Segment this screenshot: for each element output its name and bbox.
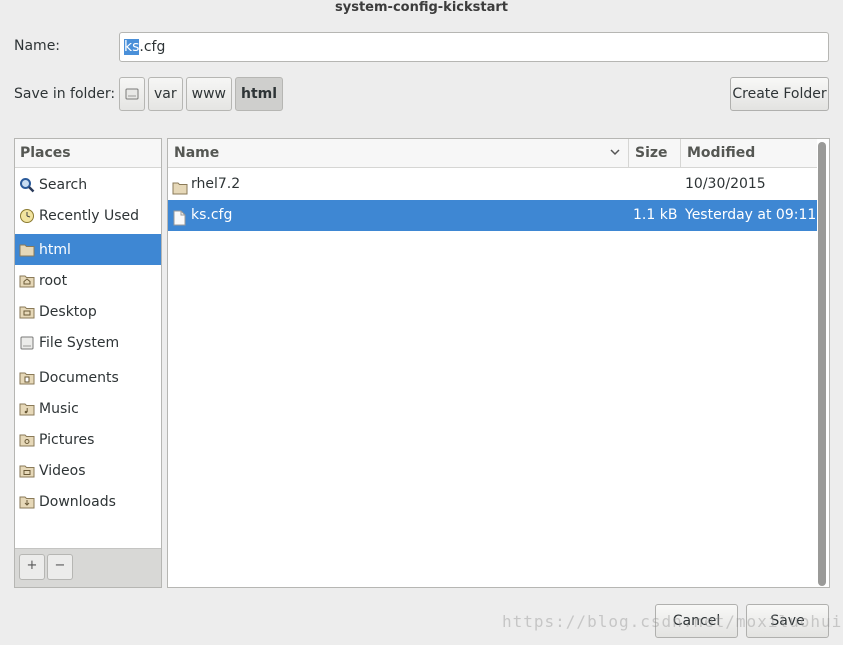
create-folder-button[interactable]: Create Folder — [730, 77, 829, 111]
name-input[interactable]: ks.cfg — [119, 32, 829, 62]
breadcrumb: var www html — [119, 77, 286, 111]
place-music[interactable]: Music — [15, 393, 161, 424]
places-header: Places — [15, 139, 161, 168]
file-row-ks-cfg[interactable]: ks.cfg 1.1 kB Yesterday at 09:11 — [168, 200, 817, 231]
file-modified: Yesterday at 09:11 — [685, 207, 817, 223]
documents-folder-icon — [18, 369, 35, 386]
watermark: https://blog.csdn.net/moxiluohui — [502, 612, 843, 631]
file-size: 1.1 kB — [633, 207, 678, 223]
folder-icon — [18, 241, 35, 258]
place-root[interactable]: root — [15, 265, 161, 296]
file-size — [628, 169, 680, 200]
place-downloads[interactable]: Downloads — [15, 486, 161, 517]
place-html[interactable]: html — [15, 234, 161, 265]
breadcrumb-html[interactable]: html — [234, 77, 284, 111]
pictures-folder-icon — [18, 431, 35, 448]
search-icon — [18, 176, 35, 193]
vertical-scrollbar[interactable] — [818, 142, 826, 586]
window-title: system-config-kickstart — [335, 0, 508, 15]
file-list: Name Size Modified rhel7.2 10/30/2015 ks… — [167, 138, 830, 588]
file-name: rhel7.2 — [191, 176, 241, 192]
name-label: Name: — [14, 38, 61, 54]
column-modified-header[interactable]: Modified — [680, 139, 817, 168]
file-name: ks.cfg — [191, 207, 233, 223]
file-row-rhel7-2[interactable]: rhel7.2 10/30/2015 — [168, 169, 817, 200]
file-modified: 10/30/2015 — [685, 176, 766, 192]
recent-icon — [18, 207, 35, 224]
place-pictures[interactable]: Pictures — [15, 424, 161, 455]
place-desktop[interactable]: Desktop — [15, 296, 161, 327]
breadcrumb-var[interactable]: var — [148, 77, 183, 111]
home-folder-icon — [18, 272, 35, 289]
place-file-system[interactable]: File System — [15, 327, 161, 358]
place-search[interactable]: Search — [15, 169, 161, 200]
chevron-down-icon — [610, 149, 620, 156]
save-in-folder-label: Save in folder: — [14, 86, 116, 102]
breadcrumb-www[interactable]: www — [185, 77, 232, 111]
column-name-header[interactable]: Name — [168, 139, 628, 168]
music-folder-icon — [18, 400, 35, 417]
place-videos[interactable]: Videos — [15, 455, 161, 486]
place-recently-used[interactable]: Recently Used — [15, 200, 161, 231]
drive-icon — [125, 88, 139, 100]
breadcrumb-root-button[interactable] — [119, 77, 145, 111]
videos-folder-icon — [18, 462, 35, 479]
drive-icon — [18, 334, 35, 351]
desktop-folder-icon — [18, 303, 35, 320]
name-selected-text: ks — [124, 39, 140, 55]
remove-bookmark-button[interactable]: − — [47, 554, 73, 580]
place-documents[interactable]: Documents — [15, 362, 161, 393]
add-bookmark-button[interactable]: + — [19, 554, 45, 580]
file-list-header: Name Size Modified — [168, 139, 817, 168]
file-icon — [173, 207, 186, 226]
downloads-folder-icon — [18, 493, 35, 510]
places-sidebar: Places Search Recently Used html root De… — [14, 138, 162, 588]
places-toolbar: + − — [15, 548, 161, 587]
column-size-header[interactable]: Size — [628, 139, 680, 168]
name-rest-text: .cfg — [139, 39, 166, 55]
folder-icon — [172, 176, 188, 195]
